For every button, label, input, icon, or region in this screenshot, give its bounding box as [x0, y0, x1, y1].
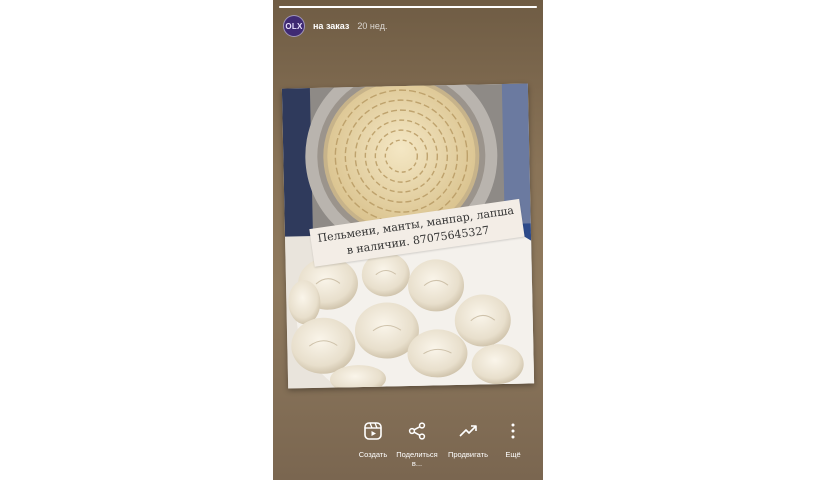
share-button[interactable]: Поделиться в... [394, 420, 440, 468]
story-header: OLX на заказ 20 нед. [283, 15, 387, 37]
share-label: Поделиться в... [396, 450, 438, 468]
more-icon [511, 423, 515, 439]
avatar[interactable]: OLX [283, 15, 305, 37]
story-username[interactable]: на заказ [313, 21, 349, 31]
share-icon [408, 422, 426, 440]
story-actions-bar: Создать Поделиться в... Продвигать Ещё [350, 420, 536, 480]
reels-icon [364, 422, 382, 440]
create-label: Создать [358, 450, 388, 459]
story-progress-fill [279, 6, 537, 8]
story-progress-bar [279, 6, 537, 8]
promote-label: Продвигать [447, 450, 489, 459]
more-button[interactable]: Ещё [490, 420, 536, 459]
more-label: Ещё [505, 450, 521, 459]
create-button[interactable]: Создать [350, 420, 396, 459]
promote-button[interactable]: Продвигать [445, 420, 491, 459]
trend-icon [459, 425, 477, 437]
story-timestamp: 20 нед. [357, 21, 388, 31]
story-photo: Пельмени, манты, манпар, лапша в наличии… [281, 83, 535, 389]
